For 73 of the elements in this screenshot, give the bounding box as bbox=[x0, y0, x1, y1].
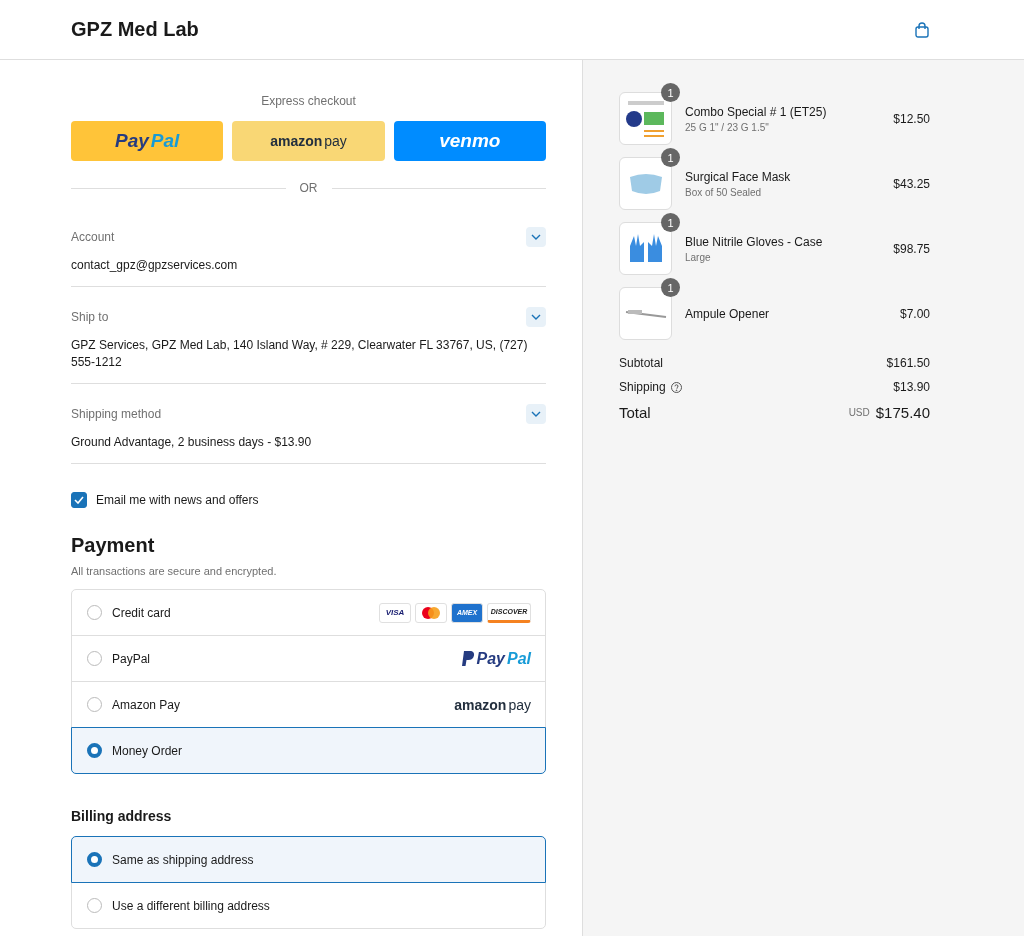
section-label: Shipping method bbox=[71, 407, 162, 421]
section-label: Account bbox=[71, 230, 115, 244]
quantity-badge: 1 bbox=[661, 83, 680, 102]
payment-option[interactable]: Amazon Pay amazon pay bbox=[71, 681, 546, 728]
chevron-down-icon bbox=[531, 411, 541, 417]
product-variant: Box of 50 Sealed bbox=[685, 186, 763, 198]
radio-button[interactable] bbox=[87, 898, 102, 913]
or-separator: OR bbox=[299, 181, 318, 195]
quantity-badge: 1 bbox=[661, 278, 680, 297]
radio-button[interactable] bbox=[87, 605, 102, 620]
product-name: Ampule Opener bbox=[685, 306, 771, 321]
mastercard-logo bbox=[415, 602, 447, 623]
radio-button[interactable] bbox=[87, 651, 102, 666]
paypal-logo: PayPal bbox=[115, 130, 180, 152]
option-label: Amazon Pay bbox=[112, 697, 182, 712]
quantity-badge: 1 bbox=[661, 148, 680, 167]
payment-heading: Payment bbox=[71, 534, 156, 557]
total-label: Total bbox=[619, 404, 651, 421]
payment-subtitle: All transactions are secure and encrypted. bbox=[71, 565, 278, 577]
amazon-button[interactable]: amazon pay bbox=[232, 121, 385, 161]
chevron-down-icon bbox=[531, 314, 541, 320]
amazon-logo: amazon pay bbox=[270, 133, 347, 149]
section-value: GPZ Services, GPZ Med Lab, 140 Island Way, # 229, Clearwater FL 33767, US, (727) 555-1212 bbox=[71, 337, 529, 371]
quantity-badge: 1 bbox=[661, 213, 680, 232]
chevron-down-icon bbox=[531, 234, 541, 240]
product-variant: 25 G 1" / 23 G 1.5" bbox=[685, 121, 770, 133]
option-label: Use a different billing address bbox=[112, 898, 271, 913]
total-value: $175.40 bbox=[875, 404, 930, 421]
payment-option[interactable]: Money Order bbox=[71, 727, 546, 774]
product-price: $12.50 bbox=[892, 111, 930, 126]
product-name: Combo Special # 1 (ET25) bbox=[685, 104, 828, 119]
section-value: contact_gpz@gpzservices.com bbox=[71, 257, 239, 274]
product-variant: Large bbox=[685, 251, 712, 263]
shipping-label: Shipping bbox=[619, 380, 666, 394]
paypal-p-icon bbox=[460, 650, 475, 667]
help-icon[interactable] bbox=[670, 381, 682, 393]
amazon-logo: amazon pay bbox=[454, 696, 531, 713]
expand-button[interactable] bbox=[526, 227, 546, 247]
currency-code: USD bbox=[848, 407, 870, 418]
section-value: Ground Advantage, 2 business days - $13.90 bbox=[71, 434, 313, 451]
checkbox-label: Email me with news and offers bbox=[96, 493, 259, 507]
visa-card-logo: VISA bbox=[379, 602, 411, 623]
paypal-button[interactable]: PayPal bbox=[71, 121, 224, 161]
section-label: Ship to bbox=[71, 310, 109, 324]
venmo-logo: venmo bbox=[439, 130, 501, 152]
product-photo-drawing bbox=[623, 307, 668, 320]
payment-option[interactable]: PayPal PayPal bbox=[71, 635, 546, 682]
subtotal-label: Subtotal bbox=[619, 356, 664, 370]
subtotal-value: $161.50 bbox=[886, 356, 930, 370]
product-price: $43.25 bbox=[892, 176, 930, 191]
shopping-bag-icon[interactable] bbox=[915, 21, 929, 38]
payment-option[interactable]: Use a different billing address bbox=[71, 882, 546, 929]
radio-button[interactable] bbox=[87, 743, 102, 758]
radio-button[interactable] bbox=[87, 852, 102, 867]
paypal-logo: PayPal bbox=[460, 649, 531, 668]
checkbox[interactable] bbox=[71, 492, 87, 508]
option-label: Same as shipping address bbox=[112, 852, 255, 867]
option-label: Money Order bbox=[112, 743, 184, 758]
shipping-value: $13.90 bbox=[893, 380, 930, 394]
billing-heading: Billing address bbox=[71, 808, 173, 824]
option-label: PayPal bbox=[112, 651, 152, 666]
product-name: Surgical Face Mask bbox=[685, 169, 792, 184]
product-price: $98.75 bbox=[892, 241, 930, 256]
expand-button[interactable] bbox=[526, 307, 546, 327]
radio-button[interactable] bbox=[87, 697, 102, 712]
option-label: Credit card bbox=[112, 605, 172, 620]
checkmark-icon bbox=[74, 496, 84, 504]
product-price: $7.00 bbox=[898, 306, 930, 321]
product-name: Blue Nitrile Gloves - Case bbox=[685, 234, 824, 249]
payment-option[interactable]: Same as shipping address bbox=[71, 836, 546, 883]
express-checkout-label: Express checkout bbox=[260, 94, 357, 108]
expand-button[interactable] bbox=[526, 404, 546, 424]
store-title[interactable]: GPZ Med Lab bbox=[71, 18, 199, 41]
